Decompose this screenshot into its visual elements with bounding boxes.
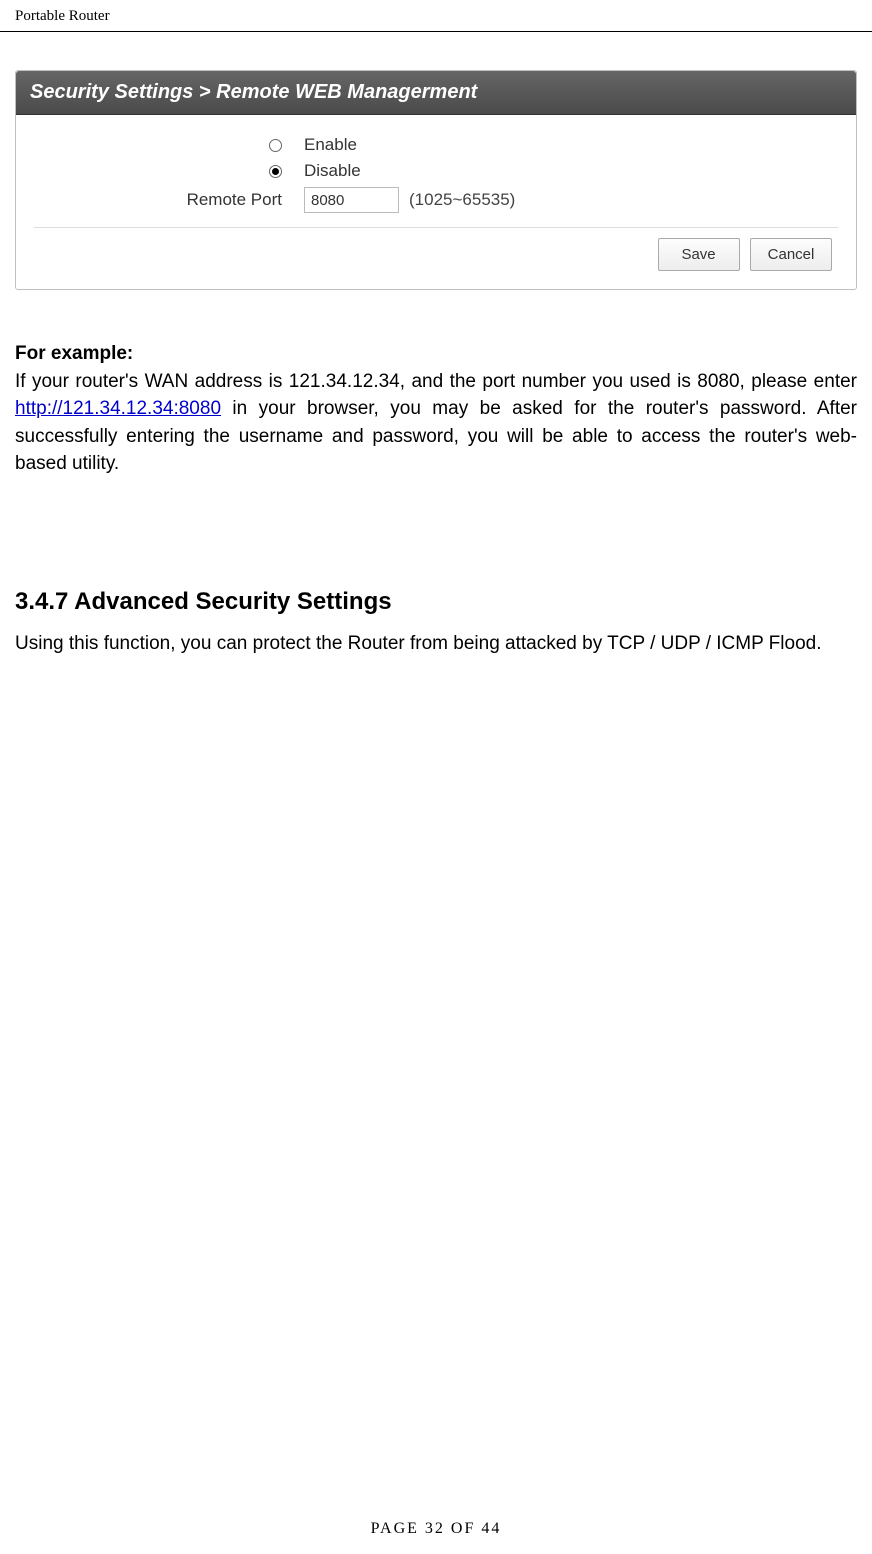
- section-heading: 3.4.7 Advanced Security Settings: [15, 588, 857, 616]
- section-body: Using this function, you can protect the…: [15, 630, 857, 658]
- button-row: Save Cancel: [34, 238, 838, 271]
- disable-radio-cell: [34, 161, 304, 181]
- enable-row: Enable: [34, 135, 838, 155]
- example-text-before: If your router's WAN address is 121.34.1…: [15, 371, 857, 392]
- remote-port-label: Remote Port: [34, 190, 304, 210]
- example-paragraph: If your router's WAN address is 121.34.1…: [15, 368, 857, 478]
- remote-web-management-panel: Security Settings > Remote WEB Managerme…: [15, 70, 857, 290]
- page-number: PAGE 32 OF 44: [371, 1520, 502, 1537]
- panel-body: Enable Disable Remote Port (1025~65535) …: [16, 115, 856, 289]
- example-heading: For example:: [15, 340, 857, 368]
- enable-label: Enable: [304, 135, 357, 155]
- disable-radio[interactable]: [269, 165, 282, 178]
- page-footer: PAGE 32 OF 44: [0, 1520, 872, 1538]
- panel-breadcrumb: Security Settings > Remote WEB Managerme…: [16, 71, 856, 115]
- enable-radio[interactable]: [269, 139, 282, 152]
- page-header-title: Portable Router: [15, 8, 110, 24]
- panel-divider: [34, 227, 838, 228]
- remote-port-row: Remote Port (1025~65535): [34, 187, 838, 213]
- page-header: Portable Router: [0, 0, 872, 32]
- disable-row: Disable: [34, 161, 838, 181]
- remote-port-input[interactable]: [304, 187, 399, 213]
- remote-port-hint: (1025~65535): [409, 190, 515, 210]
- example-link[interactable]: http://121.34.12.34:8080: [15, 398, 221, 419]
- save-button[interactable]: Save: [658, 238, 740, 271]
- cancel-button[interactable]: Cancel: [750, 238, 832, 271]
- disable-label: Disable: [304, 161, 361, 181]
- enable-radio-cell: [34, 135, 304, 155]
- page-content: Security Settings > Remote WEB Managerme…: [0, 32, 872, 657]
